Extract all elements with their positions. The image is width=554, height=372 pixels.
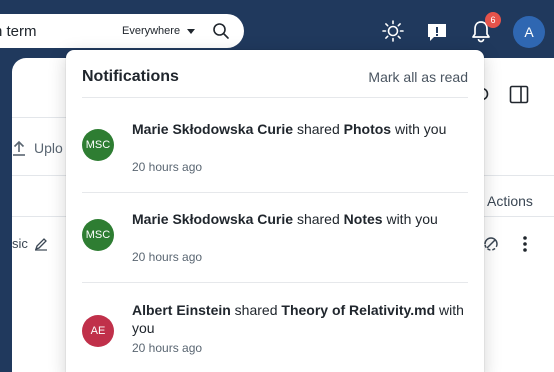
notification-message: Albert Einstein shared Theory of Relativ… <box>132 301 468 337</box>
more-actions-icon[interactable] <box>522 235 528 253</box>
sidebar-toggle-icon[interactable] <box>509 85 529 104</box>
notification-avatar: MSC <box>82 219 114 251</box>
notification-object: Theory of Relativity.md <box>281 302 436 318</box>
search-box: Everywhere <box>0 14 244 48</box>
panel-divider <box>484 216 554 217</box>
basic-row-text: sic <box>12 236 28 251</box>
notification-verb: shared <box>293 121 344 137</box>
search-scope-label: Everywhere <box>122 25 181 37</box>
notifications-title: Notifications <box>82 68 179 85</box>
notification-actor: Marie Skłodowska Curie <box>132 211 294 227</box>
notification-item[interactable]: AE Albert Einstein shared Theory of Rela… <box>82 289 468 371</box>
notification-avatar: MSC <box>82 129 114 161</box>
search-input[interactable] <box>0 14 104 48</box>
upload-button-label: Uplo <box>34 140 63 156</box>
notification-count-badge: 6 <box>485 12 501 28</box>
notification-verb: shared <box>293 211 344 227</box>
notification-suffix: with you <box>382 211 438 227</box>
mark-all-read-button[interactable]: Mark all as read <box>368 69 468 85</box>
notification-actor: Albert Einstein <box>132 302 231 318</box>
notifications-dropdown: Notifications Mark all as read MSC Marie… <box>66 50 484 372</box>
notification-item[interactable]: MSC Marie Skłodowska Curie shared Photos… <box>82 108 468 190</box>
notification-verb: shared <box>230 302 282 318</box>
panel-divider <box>12 216 66 217</box>
search-icon[interactable] <box>212 22 230 40</box>
notification-time: 20 hours ago <box>132 341 203 355</box>
upload-icon <box>13 140 25 156</box>
search-scope-dropdown[interactable]: Everywhere <box>122 23 196 39</box>
feedback-icon[interactable] <box>426 21 448 43</box>
notification-object: Photos <box>343 121 392 137</box>
notifications-divider <box>82 97 468 98</box>
notification-message: Marie Skłodowska Curie shared Notes with… <box>132 210 468 228</box>
panel-divider <box>12 117 66 118</box>
actions-column-header: Actions <box>487 193 533 209</box>
panel-divider <box>12 175 66 176</box>
upload-button[interactable]: Uplo <box>12 136 72 160</box>
panel-divider <box>484 175 554 176</box>
edit-pencil-icon[interactable] <box>34 237 48 251</box>
basic-row-label: sic <box>12 236 48 251</box>
theme-toggle-sun-icon[interactable] <box>382 20 404 42</box>
notification-actor: Marie Skłodowska Curie <box>132 121 294 137</box>
notifications-divider <box>82 282 468 283</box>
notification-item[interactable]: MSC Marie Skłodowska Curie shared Notes … <box>82 198 468 280</box>
notification-object: Notes <box>343 211 383 227</box>
chevron-down-icon <box>187 28 196 34</box>
notification-avatar: AE <box>82 315 114 347</box>
notifications-header: Notifications Mark all as read <box>82 68 468 88</box>
share-link-icon[interactable] <box>482 235 500 253</box>
user-avatar[interactable]: A <box>513 16 545 48</box>
notification-suffix: with you <box>391 121 447 137</box>
notifications-divider <box>82 192 468 193</box>
notification-time: 20 hours ago <box>132 160 203 174</box>
notification-time: 20 hours ago <box>132 250 203 264</box>
notification-message: Marie Skłodowska Curie shared Photos wit… <box>132 120 468 138</box>
